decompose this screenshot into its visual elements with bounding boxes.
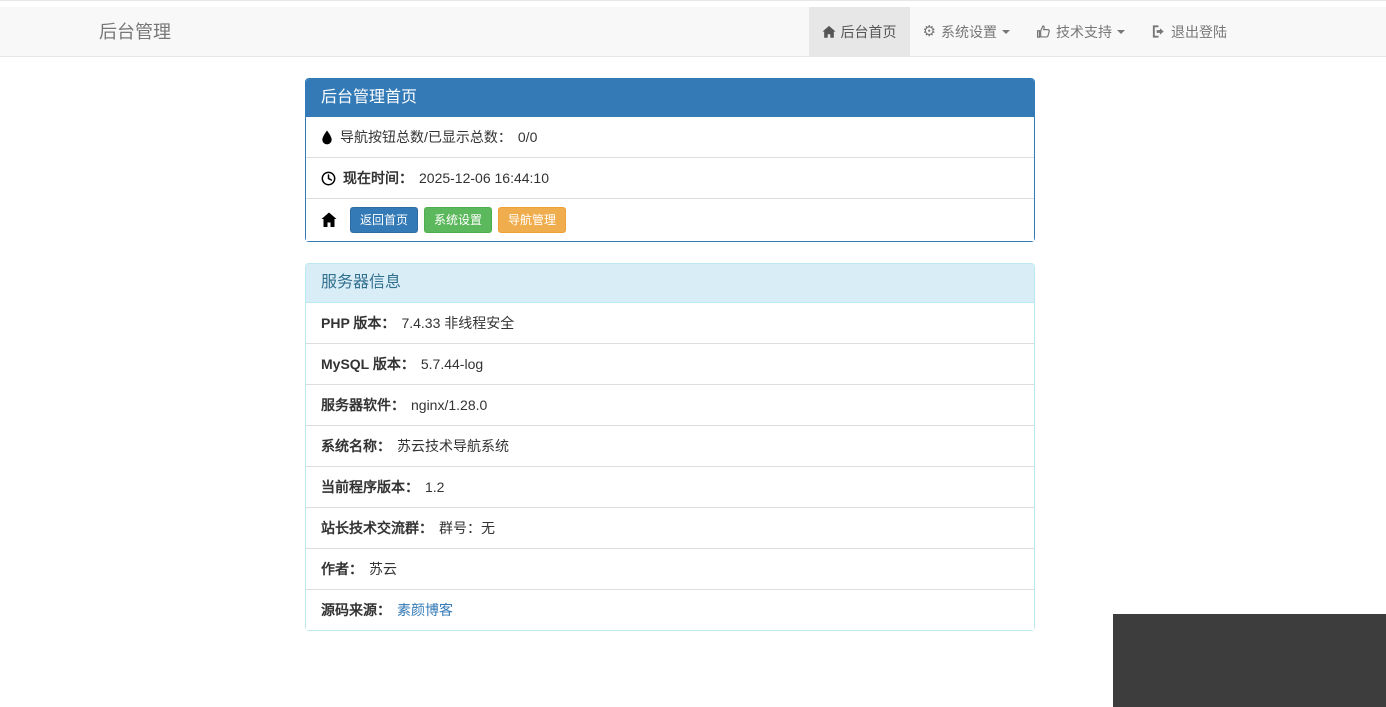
row-value: 1.2 [425,479,445,495]
nav-item-label: 后台首页 [840,23,897,40]
quick-actions-row: 返回首页 系统设置 导航管理 [306,198,1034,241]
admin-home-panel: 后台管理首页 导航按钮总数/已显示总数： 0/0 现在时间： 2025-12-0… [305,78,1035,242]
nav-button-count-value: 0/0 [517,129,538,145]
source-link[interactable]: 素颜博客 [397,600,453,620]
panel-title: 后台管理首页 [306,79,1034,117]
nav-manage-button[interactable]: 导航管理 [498,207,567,233]
chevron-down-icon [1002,29,1010,34]
row-label: 站长技术交流群： [321,520,433,536]
nav-item-label: 系统设置 [941,23,997,40]
sign-out-icon [1151,24,1166,39]
clock-icon [321,171,336,186]
php-version-row: PHP 版本： 7.4.33 非线程安全 [306,303,1034,343]
row-value: 苏云技术导航系统 [397,438,509,454]
row-label: 导航按钮总数/已显示总数： [340,129,512,145]
row-label: 源码来源： [321,602,391,618]
current-time-value: 2025-12-06 16:44:10 [419,170,549,186]
gear-icon: ⚙ [922,23,936,40]
nav-item-label: 技术支持 [1056,23,1112,40]
row-value: nginx/1.28.0 [411,397,488,413]
nav-item-tech-support[interactable]: 技术支持 [1023,7,1138,56]
row-label: 系统名称： [321,438,391,454]
system-name-row: 系统名称： 苏云技术导航系统 [306,425,1034,466]
thumbs-up-icon [1036,24,1051,39]
nav-item-system-settings[interactable]: ⚙ 系统设置 [910,7,1023,56]
program-version-row: 当前程序版本： 1.2 [306,466,1034,507]
mysql-version-row: MySQL 版本： 5.7.44-log [306,343,1034,384]
row-label: PHP 版本： [321,315,396,331]
navbar-brand: 后台管理 [99,22,171,42]
navbar-menu: 后台首页 ⚙ 系统设置 技术支持 退出登陆 [808,7,1240,56]
row-label: 现在时间： [343,170,413,186]
row-value: 群号：无 [439,520,495,536]
server-info-panel: 服务器信息 PHP 版本： 7.4.33 非线程安全 MySQL 版本： 5.7… [305,263,1035,631]
row-label: 服务器软件： [321,397,405,413]
row-label: MySQL 版本： [321,356,415,372]
system-settings-button[interactable]: 系统设置 [424,207,493,233]
author-row: 作者： 苏云 [306,548,1034,589]
page-top-border [0,0,1386,1]
row-label: 作者： [321,561,363,577]
home-icon [821,25,836,39]
current-time-row: 现在时间： 2025-12-06 16:44:10 [306,157,1034,198]
nav-item-label: 退出登陆 [1171,23,1227,40]
source-row: 源码来源： 素颜博客 [306,589,1034,630]
row-value: 苏云 [369,561,397,577]
navbar: 后台管理 后台首页 ⚙ 系统设置 技术支持 退出登陆 [0,7,1386,57]
home-icon [321,212,337,228]
row-value: 7.4.33 非线程安全 [401,315,515,331]
nav-item-logout[interactable]: 退出登陆 [1138,7,1240,56]
row-value: 5.7.44-log [420,356,484,372]
row-label: 当前程序版本： [321,479,419,495]
nav-button-count-row: 导航按钮总数/已显示总数： 0/0 [306,117,1034,157]
server-software-row: 服务器软件： nginx/1.28.0 [306,384,1034,425]
chevron-down-icon [1117,29,1125,34]
nav-item-admin-home[interactable]: 后台首页 [808,7,910,56]
back-home-button[interactable]: 返回首页 [350,207,419,233]
panel-title: 服务器信息 [306,264,1034,303]
tint-icon [321,129,333,145]
desktop-background-region [1113,614,1386,707]
qq-group-row: 站长技术交流群： 群号：无 [306,507,1034,548]
